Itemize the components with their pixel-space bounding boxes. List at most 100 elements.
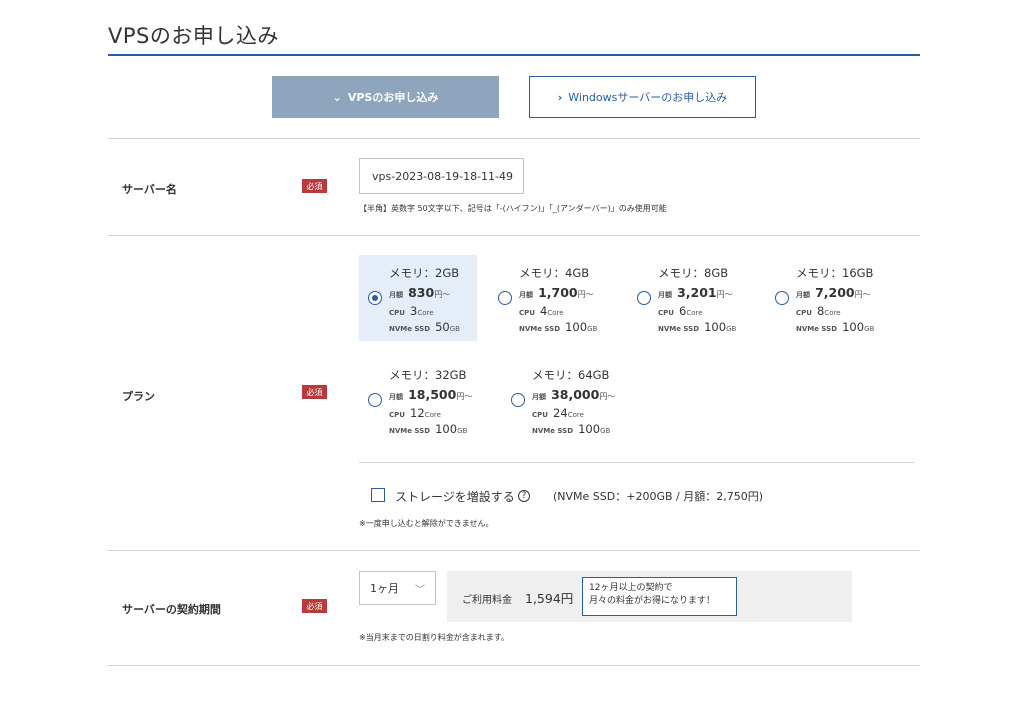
tab-vps-application[interactable]: ⌄ VPSのお申し込み (272, 76, 499, 118)
storage-note: ※一度申し込むと解除ができません。 (359, 519, 494, 528)
plan-ssd-value: 100 (578, 422, 601, 436)
plan-price-value: 1,700 (538, 285, 578, 300)
help-icon[interactable]: ? (518, 490, 530, 502)
plan-ssd: NVMe SSD 100GB (519, 316, 597, 335)
plan-price: 月額 3,201円～ (658, 282, 733, 301)
plan-price: 月額 830円～ (389, 282, 450, 301)
plan-price-label: 月額 (658, 291, 672, 299)
plan-ssd-label: NVMe SSD (532, 427, 574, 435)
discount-callout-line2: 月々の料金がお得になります！ (589, 596, 716, 606)
server-name-input[interactable] (359, 158, 524, 194)
plan-memory: メモリ：32GB (389, 368, 467, 382)
plan-ssd: NVMe SSD 100GB (532, 418, 610, 437)
plan-price: 月額 7,200円～ (796, 282, 871, 301)
plan-price-unit: 円～ (599, 392, 616, 401)
tab-windows-label: Windowsサーバーのお申し込み (568, 91, 728, 104)
plan-option[interactable]: メモリ：8GB 月額 3,201円～ CPU 6Core NVMe SSD 10… (628, 255, 746, 341)
plan-price-label: 月額 (389, 393, 403, 401)
required-badge: 必須 (302, 599, 327, 613)
plan-radio[interactable] (637, 291, 651, 305)
chevron-down-icon: ⌄ (332, 90, 342, 104)
plan-price-value: 830 (408, 285, 435, 300)
plan-price-unit: 円～ (716, 290, 733, 299)
plan-price-unit: 円～ (434, 290, 451, 299)
plan-price-unit: 円～ (456, 392, 473, 401)
plan-ssd-unit: GB (449, 325, 460, 333)
page-title: VPSのお申し込み (108, 24, 279, 48)
plan-ssd-value: 100 (565, 320, 588, 334)
plan-ssd-label: NVMe SSD (519, 325, 561, 333)
plan-memory: メモリ：8GB (658, 266, 729, 280)
contract-period-value: 1ヶ月 (370, 582, 399, 595)
plan-option[interactable]: メモリ：32GB 月額 18,500円～ CPU 12Core NVMe SSD… (359, 357, 477, 443)
plan-ssd-unit: GB (600, 427, 611, 435)
period-note: ※当月末までの日割り料金が含まれます。 (359, 633, 509, 642)
required-badge: 必須 (302, 179, 327, 193)
plan-radio[interactable] (775, 291, 789, 305)
plan-memory: メモリ：4GB (519, 266, 590, 280)
required-badge: 必須 (302, 385, 327, 399)
plan-price-value: 38,000 (551, 387, 600, 402)
plan-price-unit: 円～ (854, 290, 871, 299)
storage-checkbox[interactable] (371, 488, 385, 502)
tab-vps-label: VPSのお申し込み (347, 91, 439, 104)
discount-callout: 12ヶ月以上の契約で 月々の料金がお得になります！ (582, 577, 737, 616)
discount-callout-line1: 12ヶ月以上の契約で (589, 583, 673, 593)
plan-price-label: 月額 (796, 291, 810, 299)
server-name-note: 【半角】英数字 50文字以下、記号は「-(ハイフン)」「_(アンダーバー)」のみ… (359, 204, 667, 213)
plan-price: 月額 38,000円～ (532, 384, 615, 403)
plan-ssd-label: NVMe SSD (389, 325, 431, 333)
section-divider (108, 665, 920, 666)
title-divider (108, 54, 920, 56)
plan-ssd: NVMe SSD 100GB (658, 316, 736, 335)
plan-price-unit: 円～ (577, 290, 594, 299)
plan-price-label: 月額 (519, 291, 533, 299)
plan-option[interactable]: メモリ：4GB 月額 1,700円～ CPU 4Core NVMe SSD 10… (489, 255, 607, 341)
plan-ssd-value: 50 (435, 320, 450, 334)
plan-memory: メモリ：2GB (389, 266, 460, 280)
plan-price: 月額 1,700円～ (519, 282, 594, 301)
contract-period-label: サーバーの契約期間 (122, 603, 221, 616)
plan-price-value: 7,200 (815, 285, 855, 300)
plan-price: 月額 18,500円～ (389, 384, 472, 403)
plan-radio[interactable] (498, 291, 512, 305)
plan-divider (359, 462, 914, 463)
plan-ssd-unit: GB (587, 325, 598, 333)
plan-ssd-value: 100 (842, 320, 865, 334)
plan-radio[interactable] (368, 393, 382, 407)
plan-ssd: NVMe SSD 100GB (796, 316, 874, 335)
plan-ssd-label: NVMe SSD (389, 427, 431, 435)
plan-option[interactable]: メモリ：16GB 月額 7,200円～ CPU 8Core NVMe SSD 1… (766, 255, 884, 341)
tab-windows-application[interactable]: › Windowsサーバーのお申し込み (529, 76, 756, 118)
fee-value: 1,594円 (525, 591, 574, 606)
plan-price-label: 月額 (389, 291, 403, 299)
plan-memory: メモリ：64GB (532, 368, 610, 382)
plan-radio[interactable] (511, 393, 525, 407)
section-divider (108, 550, 920, 551)
plan-price-label: 月額 (532, 393, 546, 401)
plan-radio[interactable] (368, 291, 382, 305)
plan-ssd: NVMe SSD 100GB (389, 418, 467, 437)
plan-memory: メモリ：16GB (796, 266, 874, 280)
server-name-label: サーバー名 (122, 183, 177, 196)
storage-label[interactable]: ストレージを増設する (395, 488, 515, 505)
contract-period-select[interactable]: 1ヶ月 ﹀ (359, 571, 436, 605)
plan-ssd: NVMe SSD 50GB (389, 316, 460, 335)
fee-summary: ご利用料金 1,594円 12ヶ月以上の契約で 月々の料金がお得になります！ (447, 571, 852, 622)
storage-price: (NVMe SSD：+200GB / 月額：2,750円) (553, 490, 763, 503)
plan-ssd-label: NVMe SSD (658, 325, 700, 333)
plan-ssd-value: 100 (704, 320, 727, 334)
plan-ssd-unit: GB (457, 427, 468, 435)
section-divider (108, 235, 920, 236)
chevron-down-icon: ﹀ (415, 585, 425, 596)
plan-label: プラン (122, 390, 155, 403)
plan-price-value: 3,201 (677, 285, 717, 300)
plan-ssd-unit: GB (864, 325, 875, 333)
plan-option[interactable]: メモリ：64GB 月額 38,000円～ CPU 24Core NVMe SSD… (502, 357, 620, 443)
section-divider (108, 138, 920, 139)
plan-ssd-value: 100 (435, 422, 458, 436)
fee-label: ご利用料金 (462, 595, 512, 606)
plan-ssd-unit: GB (726, 325, 737, 333)
plan-option[interactable]: メモリ：2GB 月額 830円～ CPU 3Core NVMe SSD 50GB (359, 255, 477, 341)
plan-ssd-label: NVMe SSD (796, 325, 838, 333)
